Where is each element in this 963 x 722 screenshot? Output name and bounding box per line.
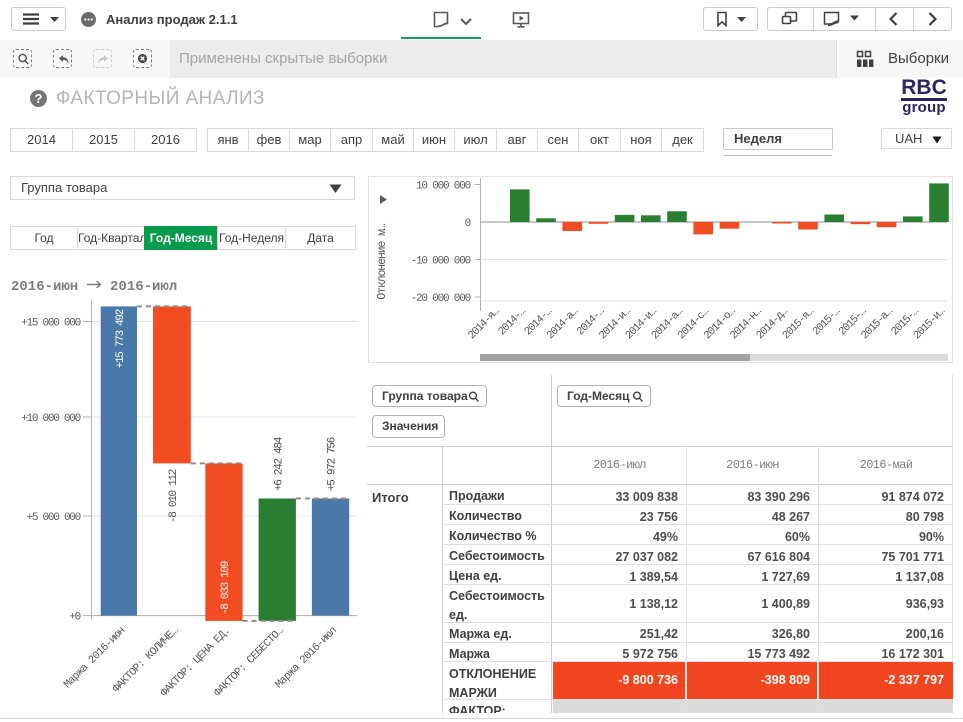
svg-text:+0: +0 bbox=[69, 612, 80, 624]
svg-text:Отклонение м…: Отклонение м… bbox=[376, 223, 389, 300]
svg-text:+10 000 000: +10 000 000 bbox=[21, 413, 81, 425]
svg-text:+6 242 484: +6 242 484 bbox=[274, 436, 286, 491]
svg-text:-8 033 109: -8 033 109 bbox=[220, 561, 232, 615]
svg-text:2014-…: 2014-… bbox=[496, 306, 528, 338]
svg-text:+5 972 756: +5 972 756 bbox=[327, 437, 339, 491]
svg-text:-10 000 000: -10 000 000 bbox=[411, 256, 471, 268]
svg-text:10 000 000: 10 000 000 bbox=[416, 181, 471, 193]
svg-text:+15 000 000: +15 000 000 bbox=[21, 318, 81, 330]
svg-text:+15 773 492: +15 773 492 bbox=[115, 309, 127, 368]
svg-text:0: 0 bbox=[465, 218, 471, 230]
svg-text:-20 000 000: -20 000 000 bbox=[411, 293, 471, 305]
svg-text:-8 010 112: -8 010 112 bbox=[168, 469, 180, 523]
svg-text:2014-я…: 2014-я… bbox=[466, 306, 502, 342]
svg-text:+5 000 000: +5 000 000 bbox=[26, 512, 80, 524]
svg-text:2015-…: 2015-… bbox=[811, 306, 843, 338]
